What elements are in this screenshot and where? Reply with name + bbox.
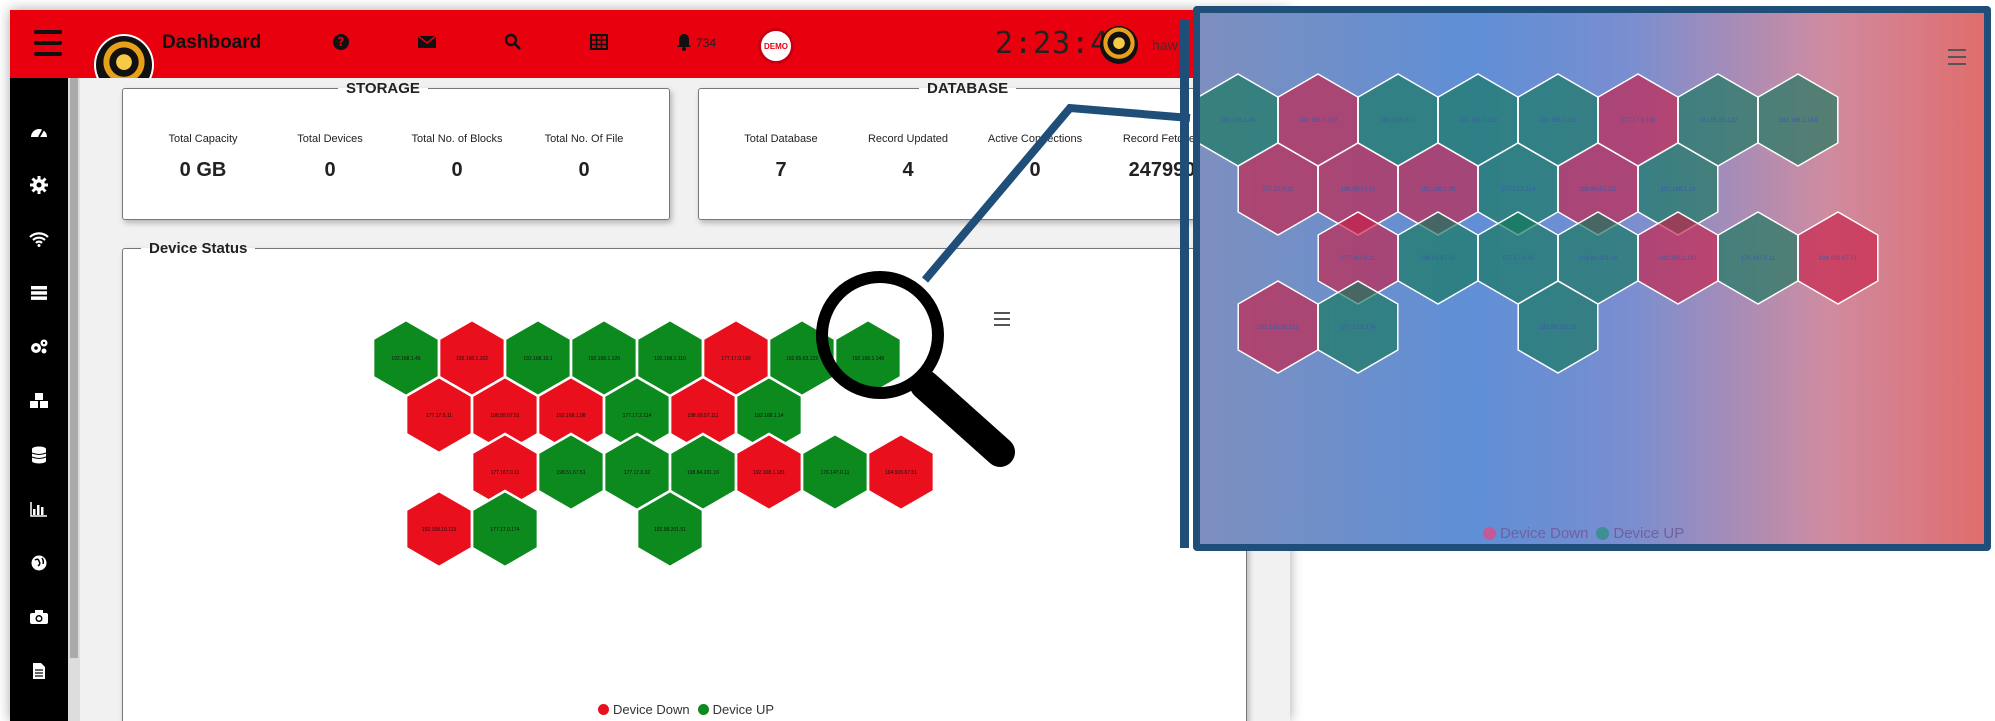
zoom-hex-label: 198.84.201.16 [1579,256,1618,262]
zoom-hex-label: 192.168.1.14 [1660,187,1696,193]
zoom-legend-dot-down [1483,527,1496,540]
zoom-hex-label: 192.168.1.45 [1220,118,1256,124]
zoom-hex-label: 192.168.1.120 [1459,118,1498,124]
zoom-hex-tile: 198.51.67.51 [1397,211,1479,305]
zoom-hex-label: 192.168.1.98 [1420,187,1456,193]
zoom-hex-tile: 177.17.0.174 [1317,280,1399,374]
zoom-connector-line [921,103,1191,283]
zoom-hex-label: 192.168.1.102 [1299,118,1338,124]
zoom-legend-dot-up [1596,527,1610,540]
zoom-hex-label: 177.167.0.11 [1341,256,1376,262]
zoom-hex-label: 194.916.67.51 [1819,256,1858,262]
zoom-hex-label: 177.17.0.11 [1262,187,1294,193]
screenshot-stage: Dashboard ? 734 DEMO 2:23:48 haw STORAGE… [0,0,1995,721]
zoom-hex-tile: 192.168.1.148 [1757,73,1839,167]
zoom-hex-tile: 176.147.0.11 [1717,211,1799,305]
zoom-hex-label: 192.65.63.122 [1699,118,1738,124]
zoom-hex-label: 177.17.2.114 [1501,187,1536,193]
zoom-side-strip [1180,20,1189,548]
zoom-hex-label: 177.17.0.174 [1340,325,1376,331]
zoom-hex-label: 192.168.10.1 [1380,118,1416,124]
zoom-legend-item-up: Device UP [1613,525,1685,542]
zoom-inset: 192.168.1.45 192.168.1.102 192.168.10.1 192… [1193,6,1991,551]
zoom-hex-label: 192.168.1.148 [1779,118,1818,124]
zoom-hex-label: 198.51.67.51 [1420,256,1456,262]
zoom-hex-label: 192.168.1.181 [1659,256,1698,262]
zoom-hex-label: 192.168.10.113 [1257,325,1299,331]
zoom-hex-label: 177.17.0.32 [1502,256,1534,262]
zoom-hex-tile: 192.168.10.113 [1237,280,1319,374]
zoom-hex-label: 176.147.0.11 [1741,256,1776,262]
zoom-hex-label: 198.99.57.111 [1579,187,1617,193]
zoom-hex-label: 192.168.1.110 [1539,118,1578,124]
zoom-hex-label: 192.99.201.51 [1539,325,1578,331]
zoom-hex-label: 177.17.0.190 [1620,118,1656,124]
zoom-chart-legend: Device Down Device UP [1483,525,1684,542]
zoom-hex-tile: 194.916.67.51 [1797,211,1879,305]
zoom-hex-chart-svg: 192.168.1.45 192.168.1.102 192.168.10.1 192… [1200,73,1879,374]
zoom-chart-menu-icon [1948,49,1966,65]
zoom-legend-item-down: Device Down [1500,525,1589,542]
zoom-hex-tile: 192.168.1.181 [1637,211,1719,305]
magnifier-handle [910,370,1015,467]
zoom-hex-label: 198.99.57.51 [1340,187,1376,193]
